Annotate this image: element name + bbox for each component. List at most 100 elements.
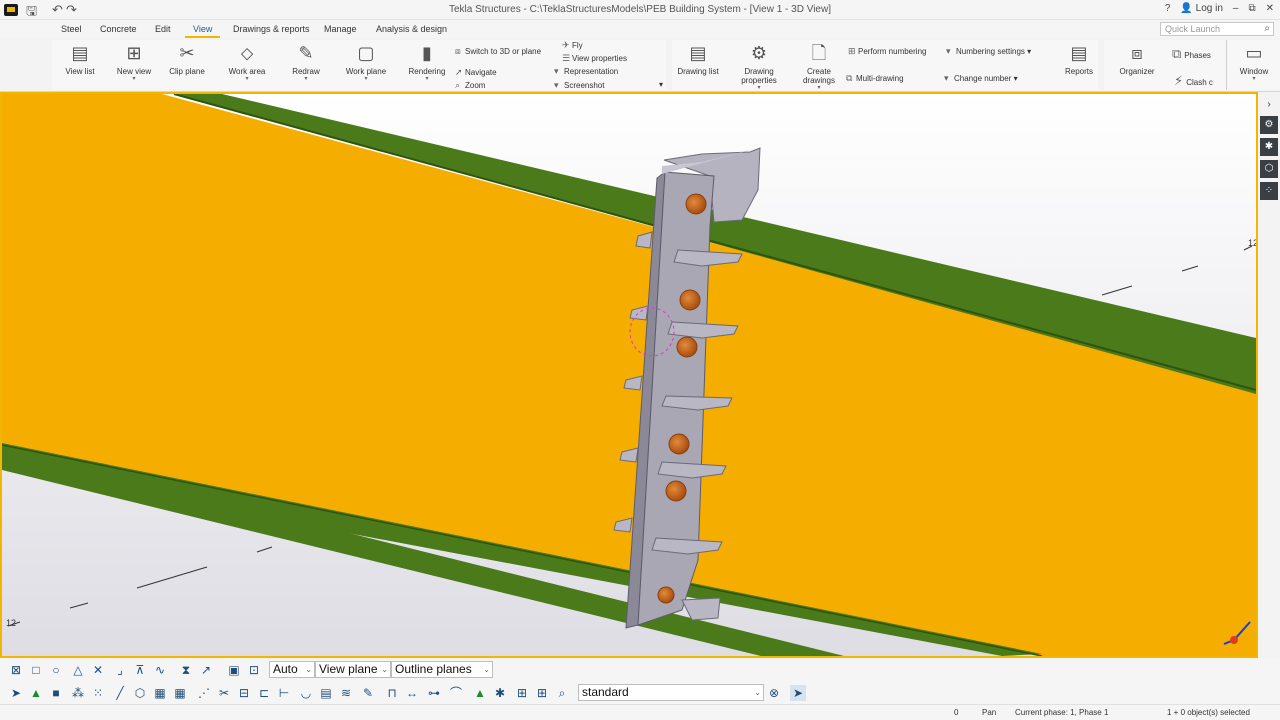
tab-steel[interactable]: Steel (61, 24, 82, 34)
snap-curve-icon[interactable]: ⌒ (448, 685, 464, 701)
catalog-icon[interactable]: ⁘ (1260, 182, 1278, 200)
quick-launch-input[interactable]: Quick Launch ⌕ (1160, 22, 1274, 36)
drawing-properties-button[interactable]: ⚙ Drawing properties ▾ (734, 42, 784, 91)
clip-plane-button[interactable]: ✂ Clip plane (166, 42, 208, 76)
screenshot-button[interactable]: ▾ Screenshot (554, 80, 604, 91)
filter-options-icon[interactable]: ⊗ (766, 685, 782, 701)
rendering-button[interactable]: ▮ Rendering ▾ (406, 42, 448, 82)
snap-bracket-icon[interactable]: ⊏ (256, 685, 272, 701)
tab-concrete[interactable]: Concrete (100, 24, 137, 34)
login-link[interactable]: 👤 Log in (1180, 3, 1222, 14)
camera-icon: ▾ (554, 80, 559, 90)
tab-analysis-design[interactable]: Analysis & design (376, 24, 447, 34)
cube-icon[interactable]: ⬡ (1260, 160, 1278, 178)
tab-manage[interactable]: Manage (324, 24, 357, 34)
status-phase[interactable]: Current phase: 1, Phase 1 (1015, 708, 1108, 717)
select-x-icon[interactable]: ⊼ (132, 662, 148, 678)
chevron-right-icon[interactable]: › (1260, 96, 1278, 114)
snap-magnifier-icon[interactable]: ⌕ (554, 685, 570, 701)
snap-star-icon[interactable]: ✱ (492, 685, 508, 701)
select-corner-icon[interactable]: ⌟ (112, 662, 128, 678)
tab-view[interactable]: View (184, 24, 221, 38)
snap-grid-b-icon[interactable]: ⊞ (534, 685, 550, 701)
navigate-button[interactable]: ➚ Navigate (455, 67, 497, 78)
snap-pen-icon[interactable]: ✎ (360, 685, 376, 701)
drawing-list-button[interactable]: ▤ Drawing list (676, 42, 720, 76)
arrow-ne-icon[interactable]: ↗ (198, 662, 214, 678)
view-plane-select[interactable]: View plane ⌄ (315, 661, 391, 678)
snap-point-icon[interactable]: ▣ (226, 662, 242, 678)
view-properties-button[interactable]: ☰ View properties (562, 53, 627, 64)
hatch-icon[interactable]: ▦ (152, 685, 168, 701)
new-view-button[interactable]: ⊞ New view ▾ (114, 42, 154, 82)
snap-scissors-icon[interactable]: ✂ (216, 685, 232, 701)
close-button[interactable]: ✕ (1266, 3, 1274, 14)
view-list-button[interactable]: ▤ View list (62, 42, 98, 76)
restore-button[interactable]: ⧉ (1248, 3, 1255, 14)
snap-green-icon[interactable]: ▲ (472, 685, 488, 701)
work-plane-button[interactable]: ▢ Work plane ▾ (344, 42, 388, 82)
help-icon[interactable]: ? (1165, 3, 1171, 14)
organizer-button[interactable]: ⧈ Organizer (1116, 42, 1158, 76)
snap-arc-icon[interactable]: ◡ (298, 685, 314, 701)
fly-button[interactable]: ✈ Fly (562, 40, 583, 51)
gear-icon: ▾ (946, 46, 951, 56)
reports-button[interactable]: ▤ Reports (1062, 42, 1096, 76)
selection-filter-select[interactable]: standard ⌄ (578, 684, 764, 701)
box-icon[interactable]: ⬡ (132, 685, 148, 701)
select-all-icon[interactable]: ⊠ (8, 662, 24, 678)
line-icon[interactable]: ╱ (112, 685, 128, 701)
perform-numbering-button[interactable]: ⊞ Perform numbering (848, 46, 926, 57)
pointer-icon[interactable]: ➤ (8, 685, 24, 701)
dots-icon[interactable]: ⁂ (70, 685, 86, 701)
snap-part-icon[interactable]: ▤ (318, 685, 334, 701)
work-area-button[interactable]: ⬦ Work area ▾ (226, 42, 268, 82)
representation-button[interactable]: ▾ Representation (554, 66, 618, 77)
tab-edit[interactable]: Edit (155, 24, 171, 34)
create-drawings-button[interactable]: 🗋 Create drawings ▾ (798, 42, 840, 91)
grid-dots-icon[interactable]: ⁙ (90, 685, 106, 701)
tab-drawings-reports[interactable]: Drawings & reports (233, 24, 310, 34)
properties-icon[interactable]: ⚙ (1260, 116, 1278, 134)
model-canvas[interactable]: 12 12 (2, 94, 1256, 656)
outline-planes-select[interactable]: Outline planes ⌄ (391, 661, 493, 678)
multi-drawing-button[interactable]: ⧉ Multi-drawing (846, 73, 904, 84)
change-number-button[interactable]: ▾ Change number ▾ (944, 73, 1018, 84)
chevron-down-icon: ▾ (425, 76, 429, 82)
select-cross-icon[interactable]: ✕ (90, 662, 106, 678)
tree-icon[interactable]: ▲ (28, 685, 44, 701)
snap-grid-a-icon[interactable]: ⊞ (514, 685, 530, 701)
grid-select-icon[interactable]: ▦ (172, 685, 188, 701)
select-wave-icon[interactable]: ∿ (152, 662, 168, 678)
snap-layers-icon[interactable]: ≋ (338, 685, 354, 701)
title-bar: 🖫 ↶ ↷ Tekla Structures - C:\TeklaStructu… (0, 0, 1280, 20)
clash-check-button[interactable]: ⚡ Clash c (1174, 73, 1213, 89)
model-view-3d[interactable]: 12 12 (0, 92, 1258, 658)
snap-box-icon[interactable]: ⊡ (246, 662, 262, 678)
minimize-button[interactable]: – (1233, 3, 1239, 14)
snap-frame-icon[interactable]: ⊓ (384, 685, 400, 701)
redraw-button[interactable]: ✎ Redraw ▾ (288, 42, 324, 82)
snap-midpoint-icon[interactable]: ⋰ (196, 685, 212, 701)
select-triangle-icon[interactable]: △ (70, 662, 86, 678)
square-blue-icon[interactable]: ■ (48, 685, 64, 701)
numbering-settings-button[interactable]: ▾ Numbering settings ▾ (946, 46, 1031, 57)
auto-select[interactable]: Auto ⌄ (269, 661, 315, 678)
ribbon-expand-caret[interactable]: ▾ (659, 80, 663, 89)
settings-icon[interactable]: ✱ (1260, 138, 1278, 156)
phases-button[interactable]: ⧉ Phases (1172, 46, 1211, 62)
select-rect-icon[interactable]: □ (28, 662, 44, 678)
zoom-button[interactable]: ⌕ Zoom (455, 80, 485, 91)
select-mode-icon[interactable]: ➤ (790, 685, 806, 701)
select-circle-icon[interactable]: ○ (48, 662, 64, 678)
user-icon: 👤 (1180, 3, 1193, 14)
side-panel: › ⚙ ✱ ⬡ ⁘ (1258, 92, 1280, 658)
switch-3d-button[interactable]: ⧈ Switch to 3D or plane (455, 46, 541, 57)
snap-line-ends-icon[interactable]: ↔ (404, 685, 420, 701)
snap-column-icon[interactable]: ⊢ (276, 685, 292, 701)
filter-hourglass-icon[interactable]: ⧗ (178, 662, 194, 678)
organizer-icon: ⧈ (1131, 43, 1143, 63)
window-button[interactable]: ▭ Window ▾ (1234, 42, 1274, 82)
snap-line-mid-icon[interactable]: ⊶ (426, 685, 442, 701)
snap-rect-icon[interactable]: ⊟ (236, 685, 252, 701)
